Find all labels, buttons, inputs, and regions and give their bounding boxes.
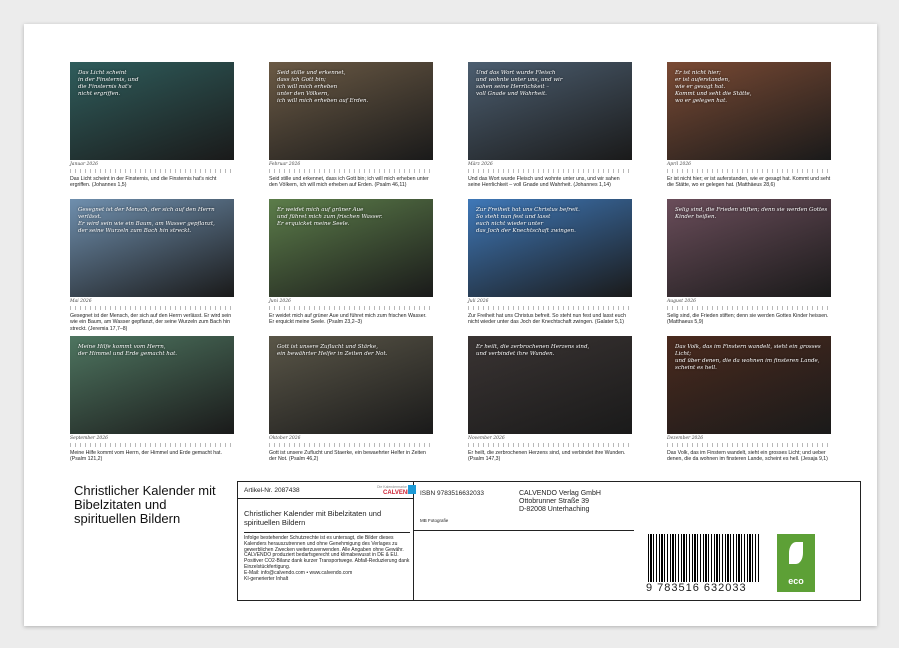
month-cell: Das Volk, das im Finstern wandelt, sieht… <box>667 336 831 463</box>
month-label: Juli 2026 <box>468 299 489 304</box>
photo-quote: Das Volk, das im Finstern wandelt, sieht… <box>675 344 821 371</box>
month-photo: Er weidet mich auf grüner Aue und führet… <box>269 199 433 297</box>
day-strip <box>468 169 632 173</box>
eco-label: eco <box>788 576 804 586</box>
day-strip <box>269 443 433 447</box>
month-photo: Und das Wort wurde Fleisch und wohnte un… <box>468 62 632 160</box>
month-photo: Meine Hilfe kommt vom Herrn, der Himmel … <box>70 336 234 434</box>
logo-subtext: Die Kalendermarke <box>377 485 407 489</box>
article-row: Artikel-Nr. 2087438 CALVENDO Die Kalende… <box>238 482 416 499</box>
month-label: Dezember 2026 <box>667 436 704 441</box>
month-photo: Das Licht scheint in der Finsternis, und… <box>70 62 234 160</box>
month-caption: Er weidet mich auf grüner Aue und führet… <box>269 313 427 326</box>
photo-quote: Gott ist unsere Zuflucht und Stärke, ein… <box>277 344 388 357</box>
month-cell: Und das Wort wurde Fleisch und wohnte un… <box>468 62 632 189</box>
day-strip <box>667 306 831 310</box>
month-label: April 2026 <box>667 162 692 167</box>
month-caption: Seid stille und erkennet, dass ich Gott … <box>269 176 429 189</box>
publisher-address: CALVENDO Verlag GmbH Ottobrunner Straße … <box>519 490 601 514</box>
legal-text: Infolge bestehender Schutzrechte ist es … <box>244 532 410 582</box>
month-photo: Er ist nicht hier; er ist auferstanden, … <box>667 62 831 160</box>
day-strip <box>667 443 831 447</box>
month-cell: Gesegnet ist der Mensch, der sich auf de… <box>70 199 234 332</box>
barcode-icon <box>648 534 760 582</box>
publisher-street: Ottobrunner Straße 39 <box>519 498 590 505</box>
photo-quote: Das Licht scheint in der Finsternis, und… <box>78 70 139 97</box>
publisher-city: D-82008 Unterhaching <box>519 506 590 513</box>
month-photo: Seid stille und erkennet, dass ich Gott … <box>269 62 433 160</box>
info-left-column: Artikel-Nr. 2087438 CALVENDO Die Kalende… <box>238 482 416 600</box>
month-label: Mai 2026 <box>70 299 92 304</box>
photo-quote: Meine Hilfe kommt vom Herrn, der Himmel … <box>78 344 178 357</box>
photo-quote: Er weidet mich auf grüner Aue und führet… <box>277 207 383 227</box>
day-strip <box>70 306 234 310</box>
photo-quote: Seid stille und erkennet, dass ich Gott … <box>277 70 369 104</box>
calendar-title: Christlicher Kalender mit Bibelzitaten u… <box>74 483 216 526</box>
month-cell: Er heilt, die zerbrochenen Herzens sind,… <box>468 336 632 463</box>
barcode-number: 9 783516 632033 <box>646 582 747 594</box>
photo-quote: Er heilt, die zerbrochenen Herzens sind,… <box>476 344 590 357</box>
month-label: Juni 2026 <box>269 299 291 304</box>
month-caption: Das Volk, das im Finstern wandelt, sieht… <box>667 450 828 463</box>
month-photo: Gott ist unsere Zuflucht und Stärke, ein… <box>269 336 433 434</box>
photo-quote: Selig sind, die Frieden stiften; denn si… <box>675 207 828 220</box>
month-caption: Selig sind, die Frieden stiften; denn si… <box>667 313 829 326</box>
month-cell: Er ist nicht hier; er ist auferstanden, … <box>667 62 831 189</box>
divider <box>414 530 634 531</box>
month-photo: Er heilt, die zerbrochenen Herzens sind,… <box>468 336 632 434</box>
photo-quote: Zur Freiheit hat uns Christus befreit. S… <box>476 207 580 234</box>
month-caption: Er heilt, die zerbrochenen Herzens sind,… <box>468 450 626 463</box>
month-photo: Selig sind, die Frieden stiften; denn si… <box>667 199 831 297</box>
month-label: September 2026 <box>70 436 108 441</box>
day-strip <box>667 169 831 173</box>
day-strip <box>269 169 433 173</box>
day-strip <box>468 306 632 310</box>
month-cell: Meine Hilfe kommt vom Herrn, der Himmel … <box>70 336 234 463</box>
month-cell: Gott ist unsere Zuflucht und Stärke, ein… <box>269 336 433 463</box>
month-cell: Zur Freiheit hat uns Christus befreit. S… <box>468 199 632 326</box>
month-label: August 2026 <box>667 299 696 304</box>
month-cell: Selig sind, die Frieden stiften; denn si… <box>667 199 831 326</box>
publisher-name: CALVENDO Verlag GmbH <box>519 490 601 497</box>
isbn: ISBN 9783516632033 <box>420 490 484 497</box>
month-caption: Das Licht scheint in der Finsternis, und… <box>70 176 217 189</box>
month-caption: Und das Wort wurde Fleisch und wohnte un… <box>468 176 620 189</box>
day-strip <box>269 306 433 310</box>
article-number: Artikel-Nr. 2087438 <box>244 487 300 494</box>
month-label: Januar 2026 <box>70 162 98 167</box>
month-cell: Seid stille und erkennet, dass ich Gott … <box>269 62 433 189</box>
month-caption: Zur Freiheit hat uns Christus befreit. S… <box>468 313 627 326</box>
month-caption: Gesegnet ist der Mensch, der sich auf de… <box>70 313 232 332</box>
photographer: MB Fotografie <box>420 518 449 523</box>
photo-quote: Gesegnet ist der Mensch, der sich auf de… <box>78 207 215 234</box>
day-strip <box>70 169 234 173</box>
day-strip <box>468 443 632 447</box>
eco-badge: eco <box>777 534 815 592</box>
month-cell: Das Licht scheint in der Finsternis, und… <box>70 62 234 189</box>
month-caption: Er ist nicht hier; er ist auferstanden, … <box>667 176 831 189</box>
product-info-box: Artikel-Nr. 2087438 CALVENDO Die Kalende… <box>237 481 861 601</box>
month-photo: Gesegnet ist der Mensch, der sich auf de… <box>70 199 234 297</box>
photo-quote: Er ist nicht hier; er ist auferstanden, … <box>675 70 752 104</box>
leaf-icon <box>789 542 803 564</box>
day-strip <box>70 443 234 447</box>
photo-quote: Und das Wort wurde Fleisch und wohnte un… <box>476 70 563 97</box>
month-cell: Er weidet mich auf grüner Aue und führet… <box>269 199 433 326</box>
calvendo-logo: CALVENDO Die Kalendermarke <box>377 485 416 496</box>
month-photo: Das Volk, das im Finstern wandelt, sieht… <box>667 336 831 434</box>
month-caption: Gott ist unsere Zuflucht und Staerke, ei… <box>269 450 426 463</box>
month-label: März 2026 <box>468 162 493 167</box>
month-label: Februar 2026 <box>269 162 301 167</box>
logo-mark-icon <box>408 485 416 494</box>
month-caption: Meine Hilfe kommt vom Herrn, der Himmel … <box>70 450 222 463</box>
month-label: November 2026 <box>468 436 505 441</box>
product-subtitle: Christlicher Kalender mit Bibelzitaten u… <box>244 509 382 527</box>
month-photo: Zur Freiheit hat uns Christus befreit. S… <box>468 199 632 297</box>
month-label: Oktober 2026 <box>269 436 301 441</box>
